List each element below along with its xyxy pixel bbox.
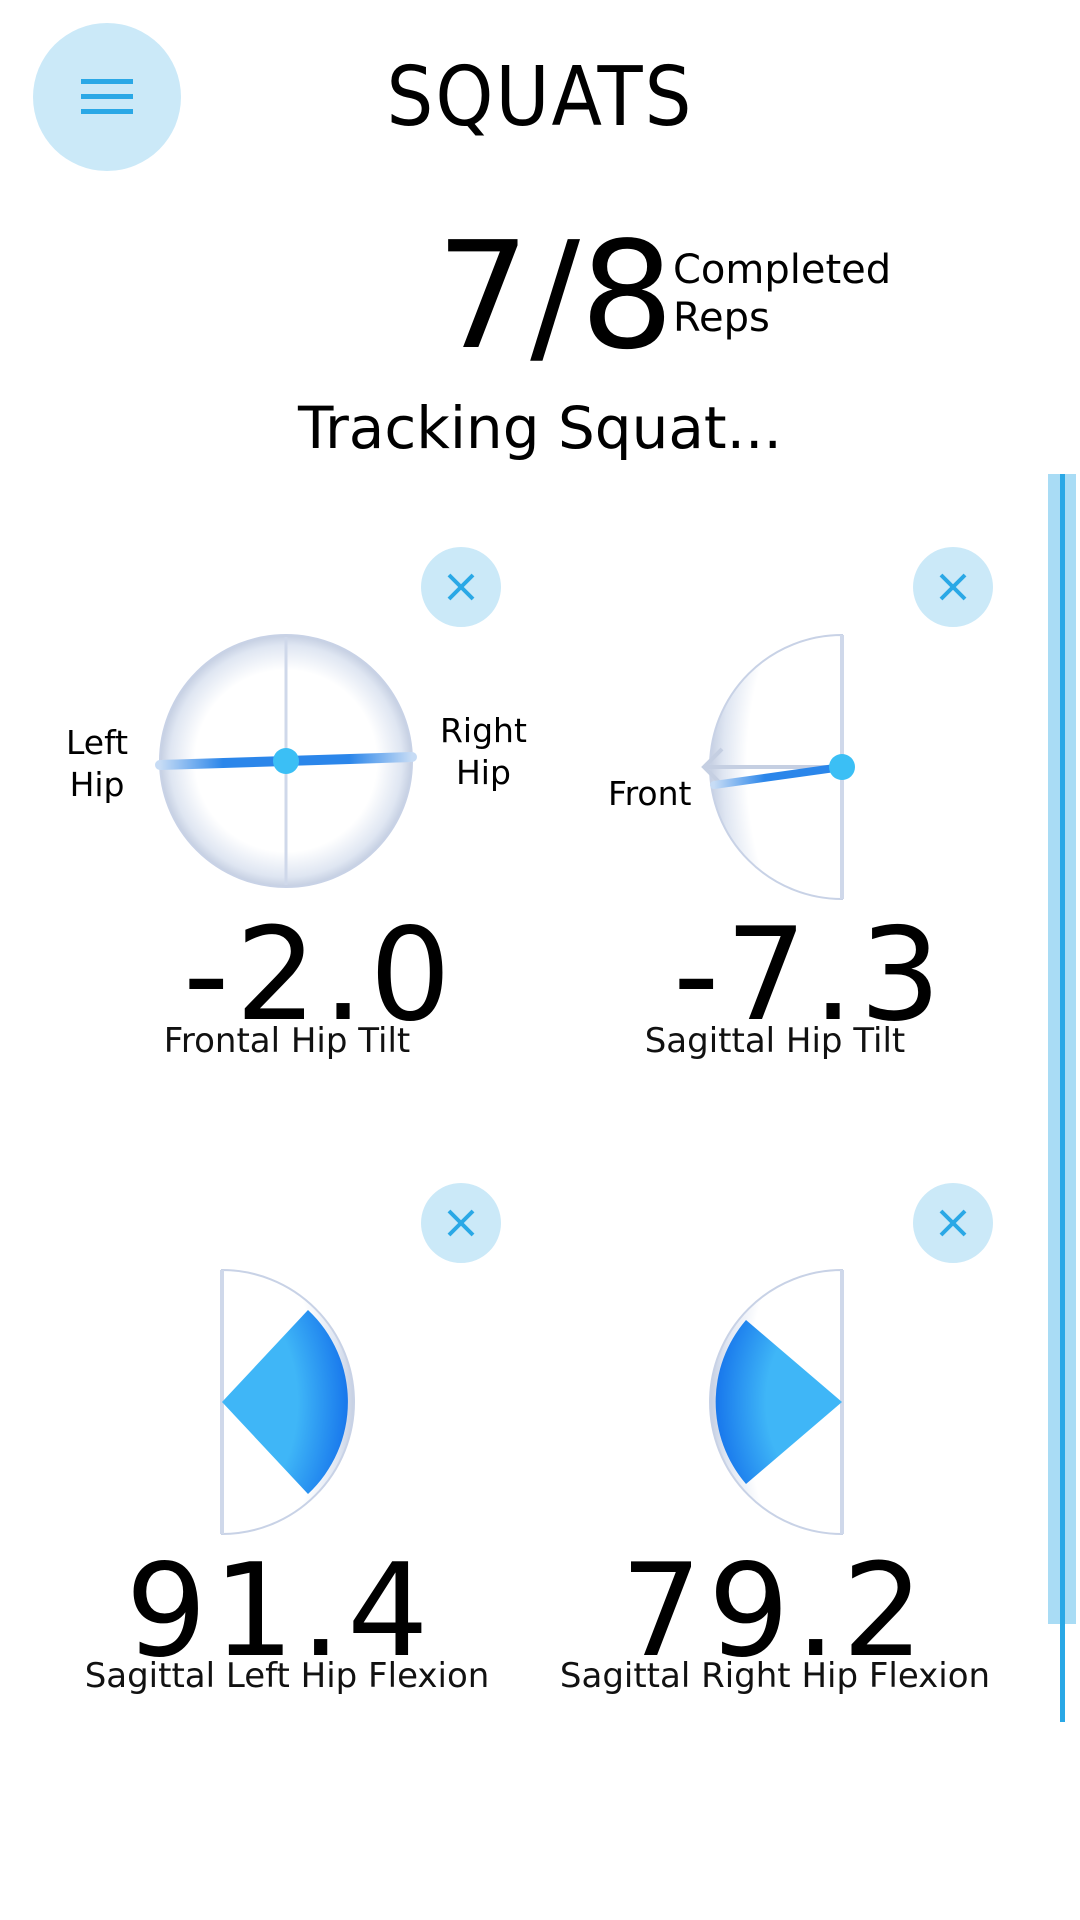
close-icon — [939, 573, 967, 601]
reps-label-line2: Reps — [673, 295, 770, 341]
close-sagittal-hip-tilt-button[interactable] — [913, 547, 993, 627]
close-icon — [939, 1209, 967, 1237]
left-hip-flexion-gauge — [220, 1268, 355, 1536]
sagittal-hip-tilt-gauge — [701, 633, 855, 901]
left-hip-flexion-label: Sagittal Left Hip Flexion — [84, 1656, 490, 1696]
tracking-status: Tracking Squat... — [298, 394, 782, 462]
squats-screen: SQUATS 7/8 Completed Reps Tracking Squat… — [0, 0, 1080, 1920]
front-direction-label: Front — [608, 774, 692, 813]
scrollbar-thumb[interactable] — [1060, 474, 1065, 1722]
reps-count: 7/8 — [436, 210, 675, 382]
right-hip-label: Right Hip — [440, 711, 527, 792]
frontal-hip-tilt-gauge — [155, 634, 417, 888]
right-hip-flexion-label: Sagittal Right Hip Flexion — [559, 1656, 991, 1696]
close-frontal-hip-tilt-button[interactable] — [421, 547, 501, 627]
close-icon — [447, 573, 475, 601]
right-hip-flexion-gauge — [709, 1268, 844, 1536]
frontal-hip-tilt-label: Frontal Hip Tilt — [163, 1021, 411, 1061]
close-icon — [447, 1209, 475, 1237]
reps-label: Completed Reps — [673, 246, 892, 342]
close-right-hip-flexion-button[interactable] — [913, 1183, 993, 1263]
close-left-hip-flexion-button[interactable] — [421, 1183, 501, 1263]
page-title: SQUATS — [386, 50, 694, 145]
sagittal-hip-tilt-label: Sagittal Hip Tilt — [644, 1021, 906, 1061]
reps-label-line1: Completed — [673, 247, 892, 293]
left-hip-label: Left Hip — [66, 723, 129, 804]
